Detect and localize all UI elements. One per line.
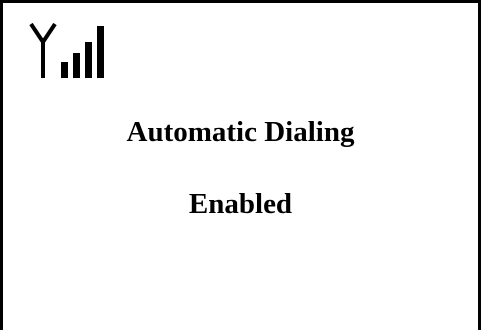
phone-display: Automatic Dialing Enabled [0,0,481,330]
signal-bar-3 [85,42,92,78]
status-bar [29,22,149,82]
signal-bar-4 [97,26,104,78]
signal-bar-1 [61,62,68,78]
signal-bar-2 [73,53,80,78]
message-title: Automatic Dialing [126,116,355,148]
message-status: Enabled [188,188,293,220]
antenna-icon [29,22,57,78]
signal-strength-icon [29,22,104,78]
